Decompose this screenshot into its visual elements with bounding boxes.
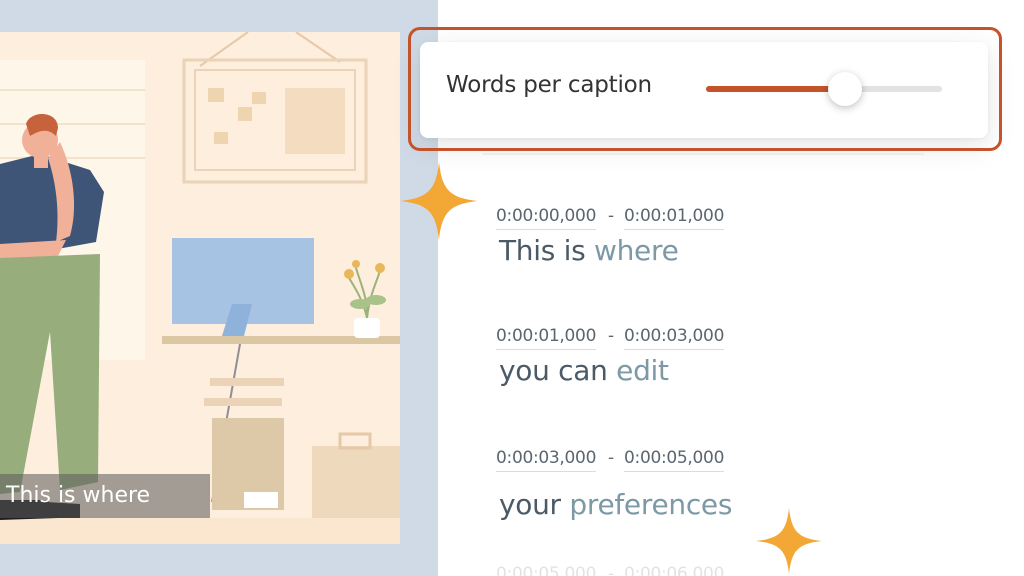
caption-text[interactable]: your preferences — [499, 488, 732, 521]
divider — [482, 153, 924, 155]
video-frame[interactable]: This is where — [0, 32, 400, 544]
caption-words-pending: where — [594, 234, 679, 267]
end-time-field[interactable]: 0:00:06,000 — [624, 564, 724, 576]
caption-words-pending: edit — [616, 354, 669, 387]
sparkle-icon — [400, 162, 478, 240]
highlight-outline — [408, 27, 1002, 151]
sparkle-icon — [756, 508, 822, 574]
caption-words-pending: preferences — [569, 488, 733, 521]
caption-words-spoken: you can — [499, 354, 608, 387]
start-time-field[interactable]: 0:00:00,000 — [496, 206, 596, 230]
time-separator: - — [608, 326, 615, 346]
end-time-field[interactable]: 0:00:01,000 — [624, 206, 724, 230]
start-time-field[interactable]: 0:00:01,000 — [496, 326, 596, 350]
caption-text[interactable]: you can edit — [499, 354, 669, 387]
start-time-field[interactable]: 0:00:03,000 — [496, 448, 596, 472]
caption-words-spoken: This is — [499, 234, 586, 267]
office-illustration — [0, 32, 400, 544]
start-time-field[interactable]: 0:00:05,000 — [496, 564, 596, 576]
time-separator: - — [608, 448, 615, 468]
time-separator: - — [608, 564, 615, 576]
end-time-field[interactable]: 0:00:05,000 — [624, 448, 724, 472]
end-time-field[interactable]: 0:00:03,000 — [624, 326, 724, 350]
video-caption-overlay: This is where — [0, 474, 210, 518]
video-preview-panel: This is where — [0, 0, 438, 576]
caption-words-spoken: your — [499, 488, 561, 521]
time-separator: - — [608, 206, 615, 226]
caption-text[interactable]: This is where — [499, 234, 679, 267]
